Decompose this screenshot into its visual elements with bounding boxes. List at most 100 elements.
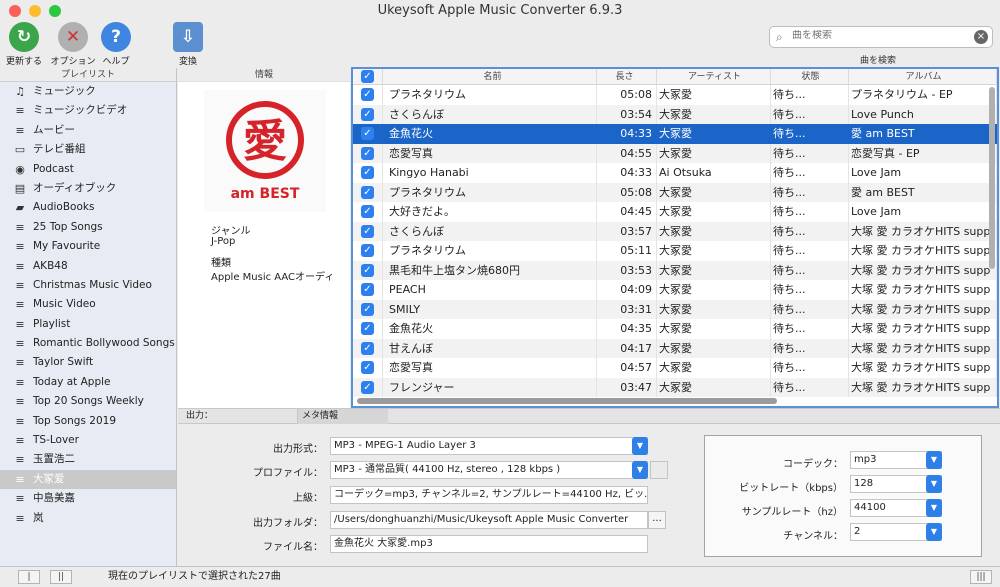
cell-name: 大好きだよ。: [383, 202, 597, 222]
search-box[interactable]: ⌕ ×: [769, 26, 993, 48]
chevron-down-icon[interactable]: ▼: [632, 461, 648, 479]
sidebar-item[interactable]: ≡ Christmas Music Video: [0, 276, 176, 295]
table-row[interactable]: ✓ 甘えんぼ 04:17 大冢愛 待ち... 大塚 愛 カラオケHITS supp: [353, 338, 997, 358]
sidebar-item-label: 玉置浩二: [33, 453, 75, 466]
cell-status: 待ち...: [771, 260, 849, 280]
cell-album: 大塚 愛 カラオケHITS supp: [849, 221, 997, 241]
sidebar-item[interactable]: ≡ Music Video: [0, 295, 176, 314]
column-artist[interactable]: アーティスト: [657, 69, 771, 84]
chevron-down-icon[interactable]: ▼: [926, 523, 942, 541]
output-folder-field[interactable]: /Users/donghuanzhi/Music/Ukeysoft Apple …: [330, 511, 648, 529]
chevron-down-icon[interactable]: ▼: [632, 437, 648, 455]
cell-name: プラネタリウム: [383, 182, 597, 202]
table-row[interactable]: ✓ さくらんぼ 03:54 大冢愛 待ち... Love Punch: [353, 104, 997, 124]
sidebar-item[interactable]: ▤ オーディオブック: [0, 179, 176, 198]
chevron-down-icon[interactable]: ▼: [926, 475, 942, 493]
row-checkbox[interactable]: ✓: [353, 280, 383, 300]
table-row[interactable]: ✓ プラネタリウム 05:08 大冢愛 待ち... プラネタリウム - EP: [353, 85, 997, 105]
row-checkbox[interactable]: ✓: [353, 358, 383, 378]
row-checkbox[interactable]: ✓: [353, 85, 383, 105]
genre-label: ジャンル: [211, 226, 251, 237]
sidebar-item[interactable]: ≡ Top Songs 2019: [0, 412, 176, 431]
minimize-window-button[interactable]: [29, 5, 41, 17]
close-window-button[interactable]: [9, 5, 21, 17]
row-checkbox[interactable]: ✓: [353, 163, 383, 183]
row-checkbox[interactable]: ✓: [353, 124, 383, 144]
tab-output[interactable]: 出力：: [178, 409, 298, 424]
music-note-icon: ♫: [15, 85, 25, 98]
sidebar-item[interactable]: ≡ Romantic Bollywood Songs: [0, 334, 176, 353]
sidebar-item-label: 25 Top Songs: [33, 220, 103, 233]
clear-search-icon[interactable]: ×: [974, 30, 988, 44]
sidebar-item[interactable]: ≡ 中島美嘉: [0, 489, 176, 508]
filename-field[interactable]: 金魚花火 大冢愛.mp3: [330, 535, 648, 553]
sidebar-item[interactable]: ≡ TS-Lover: [0, 431, 176, 450]
playlist-icon: ≡: [15, 278, 25, 292]
columns-toggle-button[interactable]: |||: [970, 570, 992, 584]
refresh-button[interactable]: ↻ 更新する: [4, 22, 44, 67]
row-checkbox[interactable]: ✓: [353, 299, 383, 319]
table-row[interactable]: ✓ プラネタリウム 05:08 大冢愛 待ち... 愛 am BEST: [353, 182, 997, 202]
advanced-field[interactable]: コーデック=mp3, チャンネル=2, サンプルレート=44100 Hz, ビッ…: [330, 486, 648, 504]
sidebar-item[interactable]: ≡ 岚: [0, 509, 176, 528]
table-row[interactable]: ✓ フレンジャー 03:47 大冢愛 待ち... 大塚 愛 カラオケHITS supp: [353, 377, 997, 397]
horizontal-scrollbar[interactable]: [357, 398, 777, 404]
profile-edit-button[interactable]: [650, 461, 668, 479]
table-row[interactable]: ✓ SMILY 03:31 大冢愛 待ち... 大塚 愛 カラオケHITS supp: [353, 299, 997, 319]
row-checkbox[interactable]: ✓: [353, 377, 383, 397]
sidebar-item[interactable]: ≡ Today at Apple: [0, 373, 176, 392]
table-row[interactable]: ✓ 金魚花火 04:33 大冢愛 待ち... 愛 am BEST: [353, 124, 997, 144]
sidebar-item[interactable]: ≡ My Favourite: [0, 237, 176, 256]
column-album[interactable]: アルバム: [849, 69, 997, 84]
pause-button[interactable]: ||: [50, 570, 72, 584]
row-checkbox[interactable]: ✓: [353, 319, 383, 339]
table-row[interactable]: ✓ 恋愛写真 04:55 大冢愛 待ち... 恋愛写真 - EP: [353, 143, 997, 163]
sidebar-item[interactable]: ≡ Taylor Swift: [0, 353, 176, 372]
vertical-scrollbar[interactable]: [989, 87, 995, 269]
sidebar-item[interactable]: ≡ AKB48: [0, 257, 176, 276]
table-row[interactable]: ✓ 黒毛和牛上塩タン焼680円 03:53 大冢愛 待ち... 大塚 愛 カラオケHITS…: [353, 260, 997, 280]
chevron-down-icon[interactable]: ▼: [926, 499, 942, 517]
sidebar-item[interactable]: ▰ AudioBooks: [0, 198, 176, 217]
sidebar-item[interactable]: ◉ Podcast: [0, 160, 176, 179]
row-checkbox[interactable]: ✓: [353, 104, 383, 124]
sidebar-item[interactable]: ≡ 25 Top Songs: [0, 218, 176, 237]
sidebar-item[interactable]: ≡ Playlist: [0, 315, 176, 334]
browse-button[interactable]: ...: [648, 511, 666, 529]
help-button[interactable]: ? ヘルプ: [98, 22, 134, 67]
table-row[interactable]: ✓ さくらんぼ 03:57 大冢愛 待ち... 大塚 愛 カラオケHITS supp: [353, 221, 997, 241]
column-name[interactable]: 名前: [383, 69, 597, 84]
search-input[interactable]: [792, 30, 972, 41]
profile-select[interactable]: MP3 - 通常品質( 44100 Hz, stereo , 128 kbps …: [330, 461, 648, 479]
table-row[interactable]: ✓ プラネタリウム 05:11 大冢愛 待ち... 大塚 愛 カラオケHITS supp: [353, 241, 997, 261]
row-checkbox[interactable]: ✓: [353, 260, 383, 280]
sidebar-item[interactable]: ≡ Top 20 Songs Weekly: [0, 392, 176, 411]
chevron-down-icon[interactable]: ▼: [926, 451, 942, 469]
row-checkbox[interactable]: ✓: [353, 143, 383, 163]
row-checkbox[interactable]: ✓: [353, 338, 383, 358]
zoom-window-button[interactable]: [49, 5, 61, 17]
table-row[interactable]: ✓ 恋愛写真 04:57 大冢愛 待ち... 大塚 愛 カラオケHITS supp: [353, 358, 997, 378]
table-row[interactable]: ✓ Kingyo Hanabi 04:33 Ai Otsuka 待ち... Love Ja…: [353, 163, 997, 183]
row-checkbox[interactable]: ✓: [353, 182, 383, 202]
row-checkbox[interactable]: ✓: [353, 202, 383, 222]
table-row[interactable]: ✓ 大好きだよ。 04:45 大冢愛 待ち... Love Jam: [353, 202, 997, 222]
sidebar-item[interactable]: ≡ ムービー: [0, 121, 176, 140]
sidebar-item[interactable]: ≡ 大冢爱: [0, 469, 176, 490]
column-length[interactable]: 長さ: [597, 69, 657, 84]
options-button[interactable]: ✕ オプション: [48, 22, 98, 67]
sidebar-item[interactable]: ♫ ミュージック: [0, 82, 176, 101]
format-select[interactable]: MP3 - MPEG-1 Audio Layer 3: [330, 437, 648, 455]
convert-button[interactable]: ⇩ 変換: [168, 22, 208, 67]
column-status[interactable]: 状態: [771, 69, 849, 84]
row-checkbox[interactable]: ✓: [353, 221, 383, 241]
table-row[interactable]: ✓ 金魚花火 04:35 大冢愛 待ち... 大塚 愛 カラオケHITS supp: [353, 319, 997, 339]
sidebar-item[interactable]: ≡ 玉置浩二: [0, 450, 176, 469]
select-all-checkbox[interactable]: ✓: [353, 69, 383, 84]
sidebar-item[interactable]: ▭ テレビ番組: [0, 140, 176, 159]
table-row[interactable]: ✓ PEACH 04:09 大冢愛 待ち... 大塚 愛 カラオケHITS supp: [353, 280, 997, 300]
tab-meta[interactable]: メタ情報: [298, 409, 388, 424]
row-checkbox[interactable]: ✓: [353, 241, 383, 261]
sidebar-item[interactable]: ≡ ミュージックビデオ: [0, 101, 176, 120]
sidebar-toggle-button[interactable]: |: [18, 570, 40, 584]
